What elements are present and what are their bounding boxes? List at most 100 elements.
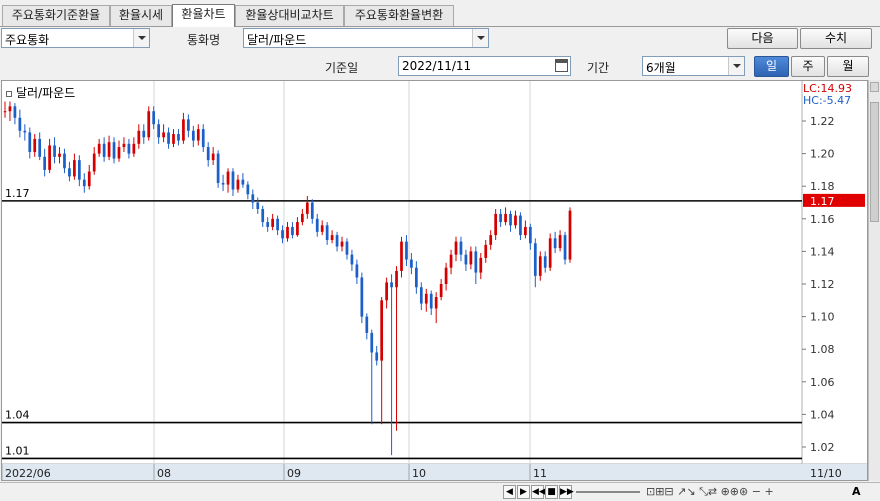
- play-icon[interactable]: ▶: [517, 485, 530, 499]
- tab-rate-chart[interactable]: 환율차트: [172, 4, 235, 27]
- candle-body: [524, 226, 527, 236]
- calendar-icon[interactable]: [555, 59, 568, 72]
- candle-body: [414, 267, 418, 288]
- rate-chart[interactable]: 2022/06 08 09 10 11 11/10 1.22 1.20 1.18 1.16 1.14…: [1, 80, 868, 481]
- reference-line-label: 1.04: [5, 409, 30, 422]
- candle-body: [172, 134, 175, 144]
- chart-scrollbar[interactable]: [868, 80, 880, 481]
- candle-body: [221, 182, 225, 185]
- chevron-down-icon[interactable]: [133, 29, 149, 47]
- candle-body: [58, 153, 61, 157]
- scroll-thumb[interactable]: [870, 102, 879, 222]
- y-tick-label: 1.04: [810, 408, 835, 421]
- candle-body: [286, 226, 289, 239]
- x-axis-band: [2, 464, 867, 480]
- candle-body: [142, 130, 146, 138]
- candle-body: [345, 241, 349, 255]
- candle-body: [370, 332, 374, 353]
- currency-group-select[interactable]: 주요통화: [1, 28, 150, 48]
- square-icon: [6, 90, 12, 97]
- tab-bar: 주요통화기준환율 환율시세 환율차트 환율상대비교차트 주요통화환율변환: [0, 0, 880, 27]
- candle-body: [310, 202, 314, 219]
- stop-icon[interactable]: ■: [545, 485, 558, 499]
- candle-body: [548, 238, 552, 268]
- candle-body: [340, 241, 344, 247]
- candle-body: [226, 171, 230, 185]
- weekly-button[interactable]: 주: [791, 56, 825, 77]
- candle-body: [568, 210, 572, 260]
- tab-major-currency-rates[interactable]: 주요통화기준환율: [2, 5, 110, 26]
- candle-body: [251, 194, 255, 203]
- tab-rate-quotes[interactable]: 환율시세: [110, 5, 172, 26]
- daily-button[interactable]: 일: [754, 56, 789, 77]
- candle-body: [439, 284, 443, 298]
- period-label: 기간: [587, 61, 610, 75]
- date-corner-label: 11/10: [810, 467, 842, 480]
- candle-body: [296, 222, 299, 236]
- candle-body: [167, 132, 170, 144]
- candle-body: [385, 282, 388, 301]
- candle-body: [48, 145, 51, 170]
- candle-body: [543, 256, 547, 268]
- candle-body: [191, 130, 195, 141]
- candle-body: [261, 209, 265, 223]
- base-date-input[interactable]: 2022/11/11: [398, 56, 571, 76]
- candle-body: [231, 171, 235, 190]
- candle-body: [63, 153, 66, 169]
- candle-body: [355, 264, 359, 278]
- candle-body: [509, 213, 512, 226]
- current-price-label: 1.17: [810, 195, 835, 208]
- currency-name-select[interactable]: 달러/파운드: [243, 28, 489, 48]
- candle-body: [410, 259, 413, 268]
- tab-relative-compare-chart[interactable]: 환율상대비교차트: [235, 5, 344, 26]
- candle-body: [122, 143, 126, 148]
- period-select[interactable]: 6개월: [642, 56, 745, 76]
- candle-body: [479, 257, 483, 273]
- candle-body: [73, 160, 76, 177]
- y-tick-label: 1.14: [810, 245, 835, 258]
- candle-body: [177, 134, 180, 141]
- candle-body: [434, 297, 438, 309]
- chevron-down-icon[interactable]: [728, 57, 744, 75]
- reference-line-label: 1.17: [5, 187, 30, 200]
- base-date-value: 2022/11/11: [402, 59, 472, 73]
- toolbar-icons[interactable]: ⊡⊞⊟ ↗↘ ⤡⇄ ⊕⊕⊛ − +: [646, 485, 774, 499]
- candle-body: [315, 218, 319, 232]
- play-reverse-icon[interactable]: ◀: [503, 485, 516, 499]
- candle-body: [162, 132, 165, 138]
- currency-group-value: 주요통화: [5, 33, 50, 47]
- tab-divider: [0, 26, 880, 27]
- chart-title: 달러/파운드: [16, 86, 76, 100]
- candle-body: [43, 156, 47, 170]
- candle-body: [206, 147, 210, 161]
- candle-body: [271, 218, 274, 227]
- fetch-values-button[interactable]: 수치: [800, 28, 872, 49]
- hc-readout: HC:-5.47: [803, 94, 852, 107]
- text-tool-icon[interactable]: A: [852, 485, 861, 498]
- candle-body: [395, 270, 398, 288]
- next-button[interactable]: 다음: [727, 28, 798, 49]
- candle-body: [449, 254, 453, 268]
- candle-body: [23, 130, 27, 133]
- scroll-up-icon[interactable]: [870, 82, 879, 92]
- chevron-down-icon[interactable]: [472, 29, 488, 47]
- tab-currency-converter[interactable]: 주요통화환율변환: [344, 5, 454, 26]
- candle-body: [147, 111, 151, 138]
- step-back-icon[interactable]: ◀◀: [531, 485, 546, 499]
- candle-body: [533, 243, 537, 276]
- candle-body: [553, 238, 557, 249]
- candle-body: [241, 179, 245, 185]
- candle-body: [558, 235, 562, 249]
- candle-body: [350, 254, 354, 265]
- candle-body: [335, 235, 339, 247]
- candle-body: [375, 352, 379, 361]
- candle-body: [216, 153, 220, 183]
- fast-forward-icon[interactable]: ▶▶: [559, 485, 574, 499]
- monthly-button[interactable]: 월: [827, 56, 869, 77]
- candle-body: [266, 222, 270, 227]
- candle-body: [281, 230, 284, 239]
- candle-body: [87, 171, 91, 187]
- zoom-slider[interactable]: [576, 491, 640, 493]
- candle-body: [107, 142, 111, 157]
- candle-body: [201, 129, 205, 148]
